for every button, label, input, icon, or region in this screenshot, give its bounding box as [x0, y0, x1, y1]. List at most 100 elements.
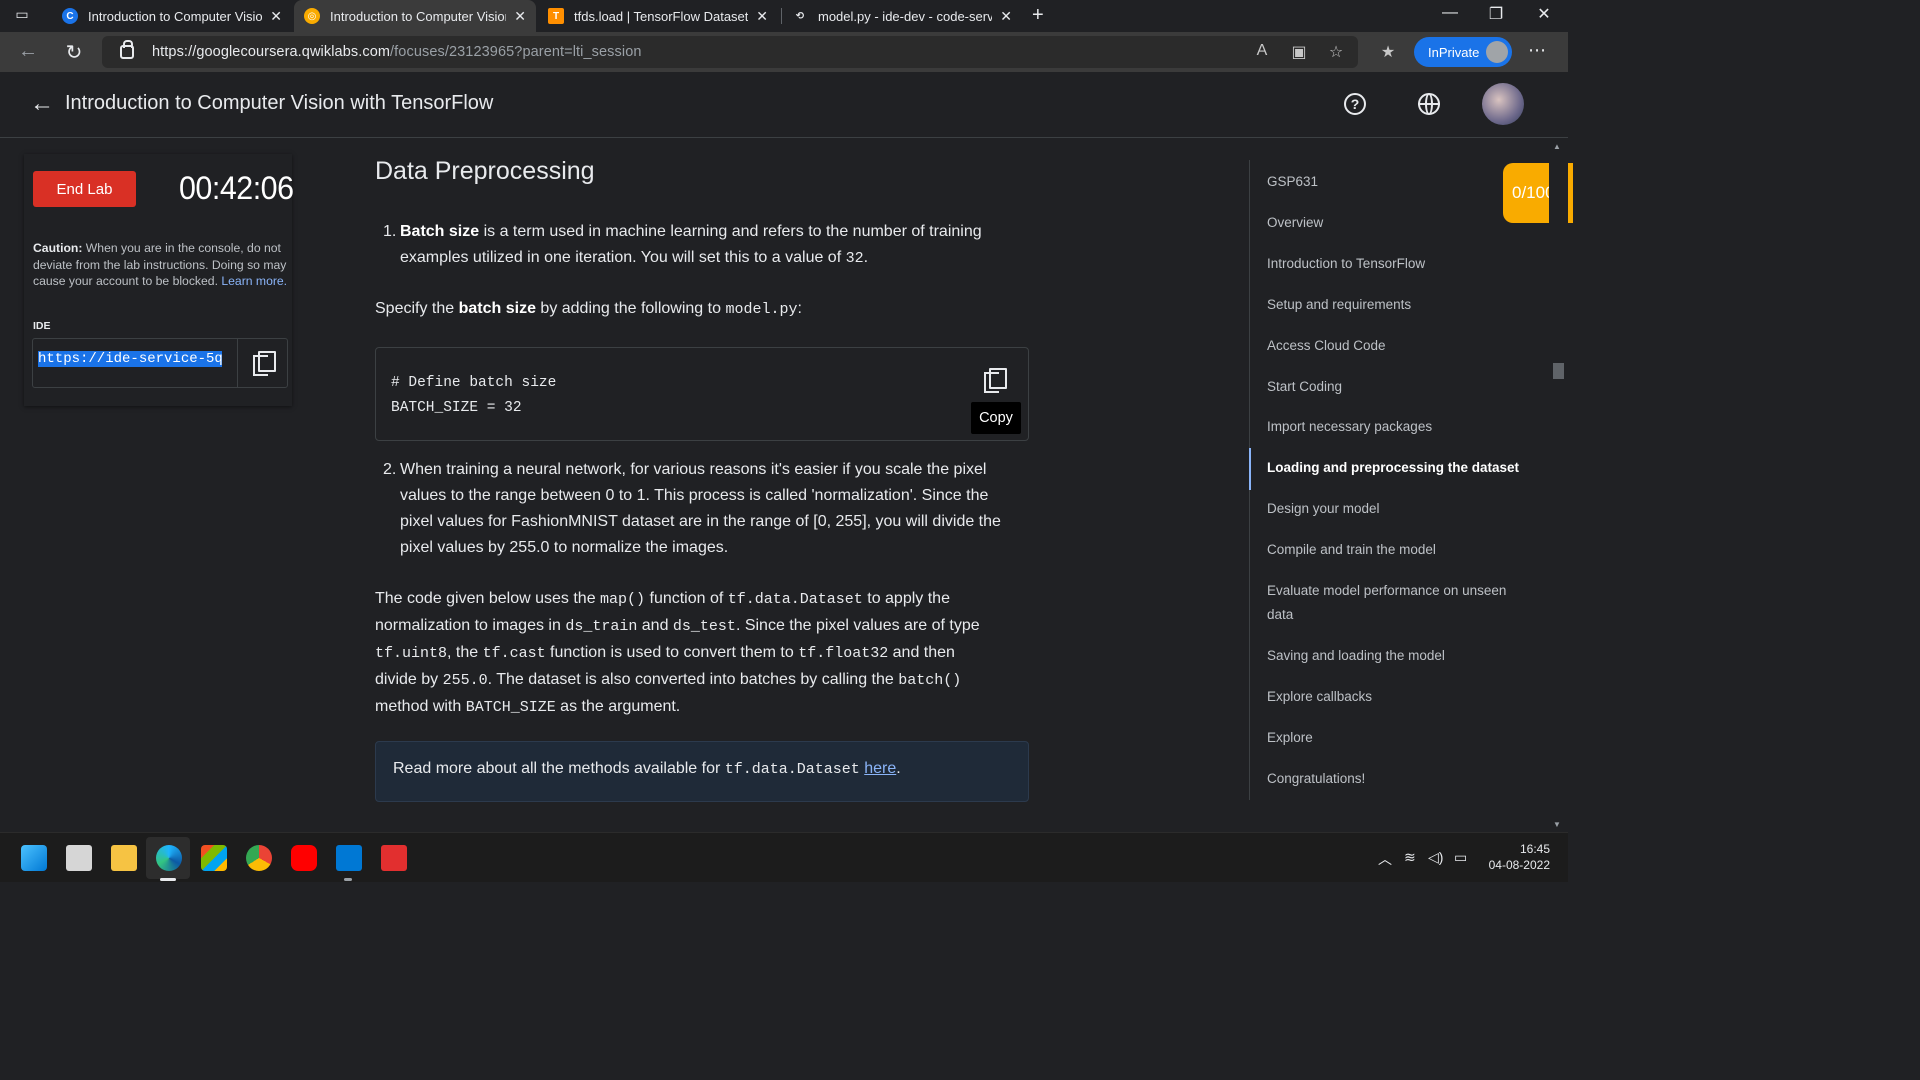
url-field[interactable]: https://googlecoursera.qwiklabs.com/focu… — [102, 36, 1358, 68]
windows-start-icon[interactable] — [21, 845, 47, 871]
toc-item[interactable]: Explore — [1267, 726, 1522, 750]
code-line: # Define batch size — [391, 375, 557, 391]
new-tab-icon[interactable]: + — [1032, 4, 1044, 27]
code-server-favicon-icon: ⟲ — [795, 10, 805, 22]
back-icon[interactable]: ← — [16, 40, 40, 63]
ide-url-input[interactable]: https://ide-service-5q — [38, 351, 222, 371]
inline-code: tf.uint8 — [375, 645, 448, 662]
inprivate-label: InPrivate — [1428, 44, 1480, 60]
tab-title: Introduction to Computer Vision — [88, 8, 263, 24]
show-hidden-icons-icon[interactable]: ︿ — [1378, 849, 1392, 869]
copy-tooltip[interactable]: Copy — [971, 402, 1021, 434]
volume-icon[interactable]: ◁) — [1428, 849, 1443, 866]
step-text: examples utilized in one iteration. You … — [400, 249, 846, 266]
refresh-icon[interactable]: ↻ — [62, 40, 86, 65]
page-title: Introduction to Computer Vision with Ten… — [65, 92, 494, 114]
coursera-favicon-icon: C — [62, 8, 78, 24]
help-icon[interactable]: ? — [1344, 93, 1366, 115]
tab-close-icon[interactable]: ✕ — [1000, 8, 1012, 25]
wifi-icon[interactable]: ≋ — [1404, 849, 1416, 866]
battery-icon[interactable]: ▭ — [1454, 849, 1467, 866]
add-favorite-icon[interactable]: ☆ — [1325, 42, 1347, 62]
minimize-icon[interactable]: — — [1430, 4, 1470, 22]
vscode-icon[interactable] — [336, 845, 362, 871]
toc-item[interactable]: Evaluate model performance on unseen dat… — [1267, 579, 1522, 627]
page-scrollbar[interactable]: ▲ ▼ — [1549, 138, 1568, 832]
read-aloud-icon[interactable]: A — [1251, 42, 1273, 60]
text: . — [896, 760, 901, 777]
copy-ide-url-button[interactable] — [253, 351, 276, 376]
browser-tab-4[interactable]: ⟲ model.py - ide-dev - code-server ✕ — [782, 0, 1022, 32]
window-close-icon[interactable]: ✕ — [1524, 4, 1564, 24]
tab-title: Introduction to Computer Vision — [330, 8, 507, 24]
toc-item-active[interactable]: Loading and preprocessing the dataset — [1267, 456, 1522, 480]
wps-office-icon[interactable] — [381, 845, 407, 871]
edge-browser-icon[interactable] — [156, 845, 182, 871]
restore-icon[interactable]: ❐ — [1476, 4, 1516, 24]
user-avatar[interactable] — [1482, 83, 1524, 125]
tab-close-icon[interactable]: ✕ — [756, 8, 768, 25]
lab-control-panel: End Lab 00:42:06 Caution: When you are i… — [24, 154, 294, 406]
page-header: ← Introduction to Computer Vision with T… — [0, 72, 1568, 138]
text: . Since the pixel values are of type — [735, 617, 980, 634]
more-options-icon[interactable]: ⋯ — [1528, 40, 1546, 61]
favorites-icon[interactable]: ★ — [1377, 42, 1399, 62]
here-link[interactable]: here — [864, 760, 896, 777]
step-text: values to the range between 0 to 1. This… — [400, 487, 989, 504]
browser-tab-bar: ▭ C Introduction to Computer Vision ✕ ◎ … — [0, 0, 1568, 32]
info-note: Read more about all the methods availabl… — [375, 741, 1029, 802]
clock-date: 04-08-2022 — [1488, 858, 1550, 872]
clock-time: 16:45 — [1519, 842, 1550, 856]
tab-actions-icon[interactable]: ▭ — [12, 6, 32, 26]
step-text: . — [863, 249, 869, 266]
code-text: # Define batch size BATCH_SIZE = 32 — [391, 371, 556, 421]
toc-item[interactable]: GSP631 — [1267, 170, 1522, 194]
qwiklabs-favicon-icon: ◎ — [304, 8, 320, 24]
learn-more-link[interactable]: Learn more. — [221, 274, 287, 288]
youtube-icon[interactable] — [291, 845, 317, 871]
tab-close-icon[interactable]: ✕ — [270, 8, 282, 25]
tab-title: model.py - ide-dev - code-server — [818, 8, 993, 24]
task-view-icon[interactable] — [66, 845, 92, 871]
toc-item[interactable]: Introduction to TensorFlow — [1267, 252, 1522, 276]
toc-item[interactable]: Overview — [1267, 211, 1522, 235]
step-text: When training a neural network, for vari… — [400, 461, 987, 478]
toc-item[interactable]: Congratulations! — [1267, 767, 1522, 791]
text: function is used to convert them to — [545, 644, 799, 661]
end-lab-button[interactable]: End Lab — [33, 171, 136, 207]
browser-tab-1[interactable]: C Introduction to Computer Vision ✕ — [52, 0, 292, 32]
step-text: pixel values by 255.0 to normalize the i… — [400, 539, 729, 556]
browser-tab-3[interactable]: T tfds.load | TensorFlow Datasets ✕ — [538, 0, 778, 32]
scroll-down-icon[interactable]: ▼ — [1553, 820, 1561, 829]
file-explorer-icon[interactable] — [111, 845, 137, 871]
language-globe-icon[interactable] — [1418, 93, 1440, 115]
toc-item[interactable]: Saving and loading the model — [1267, 644, 1522, 668]
ide-url-field: https://ide-service-5q — [32, 338, 288, 388]
inline-code: tf.data.Dataset — [724, 761, 860, 778]
toc-item[interactable]: Compile and train the model — [1267, 538, 1522, 562]
scroll-thumb[interactable] — [1553, 363, 1564, 379]
text: and — [637, 617, 673, 634]
inprivate-button[interactable]: InPrivate — [1414, 37, 1512, 67]
microsoft-store-icon[interactable] — [201, 845, 227, 871]
tab-close-icon[interactable]: ✕ — [514, 8, 526, 25]
copy-code-icon[interactable] — [984, 368, 1007, 393]
url-text: https://googlecoursera.qwiklabs.com/focu… — [152, 44, 642, 60]
toc-item[interactable]: Access Cloud Code — [1267, 334, 1522, 358]
toc-item[interactable]: Import necessary packages — [1267, 415, 1522, 439]
note-text: Read more about all the methods availabl… — [393, 760, 901, 778]
scroll-up-icon[interactable]: ▲ — [1553, 142, 1561, 151]
toc-item[interactable]: Explore callbacks — [1267, 685, 1522, 709]
step-2-text: When training a neural network, for vari… — [400, 457, 1040, 561]
immersive-reader-icon[interactable]: ▣ — [1288, 42, 1310, 62]
chrome-icon[interactable] — [246, 845, 272, 871]
back-arrow-icon[interactable]: ← — [30, 90, 54, 118]
ide-url-text: https://ide-service-5q — [38, 351, 222, 367]
copy-icon — [253, 351, 276, 376]
toc-item[interactable]: Start Coding — [1267, 375, 1522, 399]
inline-code: ds_train — [565, 618, 638, 635]
toc-item[interactable]: Setup and requirements — [1267, 293, 1522, 317]
toc-item[interactable]: Design your model — [1267, 497, 1522, 521]
browser-tab-2[interactable]: ◎ Introduction to Computer Vision ✕ — [294, 0, 536, 32]
taskbar-clock[interactable]: 16:45 04-08-2022 — [1480, 841, 1550, 873]
